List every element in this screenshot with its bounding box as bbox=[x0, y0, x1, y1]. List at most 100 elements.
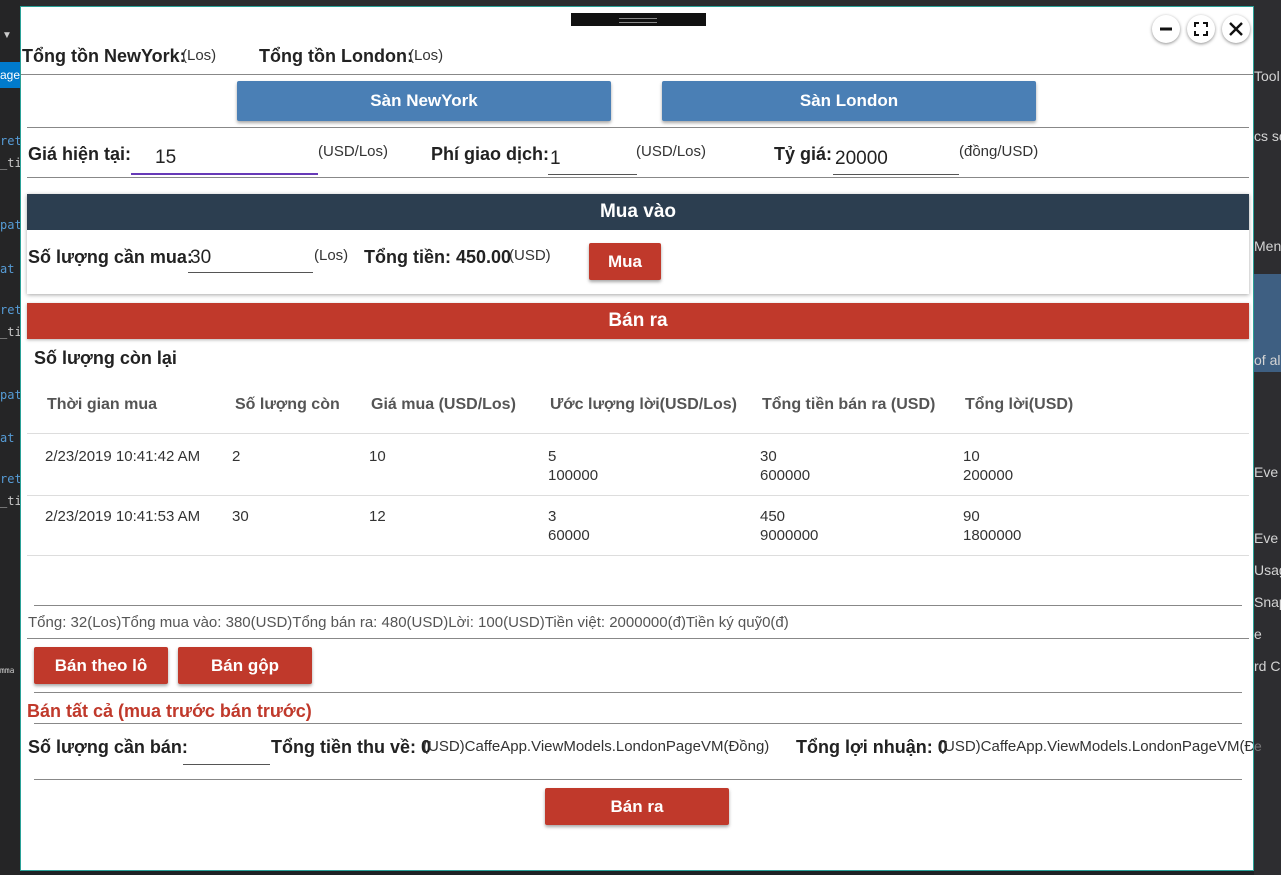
price-label: Giá hiện tại: bbox=[28, 144, 132, 164]
fullscreen-icon bbox=[1194, 22, 1208, 36]
rate-unit: (đồng/USD) bbox=[959, 143, 1039, 160]
sell-by-lot-button[interactable]: Bán theo lô bbox=[34, 647, 168, 684]
cell-profit-vnd: 1800000 bbox=[963, 527, 1022, 544]
cell-qty: 30 bbox=[232, 508, 249, 525]
drag-handle[interactable] bbox=[571, 13, 706, 26]
price-input[interactable] bbox=[131, 143, 318, 175]
divider bbox=[27, 638, 1249, 639]
newyork-stock-label: Tổng tồn NewYork: bbox=[22, 46, 186, 66]
minimize-button[interactable] bbox=[1152, 15, 1180, 43]
close-icon bbox=[1229, 22, 1243, 36]
minimize-icon bbox=[1160, 27, 1172, 31]
sell-merged-button[interactable]: Bán gộp bbox=[178, 647, 312, 684]
summary-text: Tổng: 32(Los)Tổng mua vào: 380(USD)Tổng … bbox=[28, 614, 789, 631]
close-button[interactable] bbox=[1222, 15, 1250, 43]
buy-total-unit: (USD) bbox=[509, 247, 551, 264]
row-divider bbox=[27, 555, 1249, 556]
ide-tab[interactable]: age bbox=[0, 62, 20, 88]
right-pane-item[interactable]: Usag bbox=[1254, 562, 1281, 578]
buy-button[interactable]: Mua bbox=[589, 243, 661, 280]
cell-price: 12 bbox=[369, 508, 386, 525]
divider bbox=[21, 74, 1253, 75]
cell-price: 10 bbox=[369, 448, 386, 465]
cell-total: 30 bbox=[760, 448, 777, 465]
london-stock-unit: (Los) bbox=[409, 47, 444, 64]
right-pane-item[interactable]: Snap bbox=[1254, 594, 1281, 610]
maximize-button[interactable] bbox=[1187, 15, 1215, 43]
cell-estimate-vnd: 60000 bbox=[548, 527, 590, 544]
london-page-window: Tổng tồn NewYork: (Los) Tổng tồn London:… bbox=[20, 6, 1254, 871]
code-line: pat bbox=[0, 218, 20, 232]
code-line: _ti bbox=[0, 325, 20, 339]
right-pane-item[interactable]: Eve bbox=[1254, 530, 1278, 546]
fee-unit: (USD/Los) bbox=[636, 143, 707, 160]
code-line: at bbox=[0, 262, 15, 276]
dropdown-arrow-icon[interactable]: ▼ bbox=[2, 30, 12, 41]
rate-input[interactable] bbox=[833, 143, 959, 175]
divider bbox=[34, 692, 1242, 693]
code-line: pat bbox=[0, 388, 20, 402]
right-pane-item[interactable]: e bbox=[1254, 738, 1262, 754]
right-pane-item[interactable]: Tool bbox=[1254, 68, 1280, 84]
cell-profit-vnd: 200000 bbox=[963, 467, 1014, 484]
sell-all-title: Bán tất cả (mua trước bán trước) bbox=[27, 701, 312, 721]
cell-total: 450 bbox=[760, 508, 786, 525]
column-header[interactable]: Giá mua (USD/Los) bbox=[371, 396, 516, 414]
column-header[interactable]: Tổng tiền bán ra (USD) bbox=[762, 396, 935, 414]
cell-total-vnd: 9000000 bbox=[760, 527, 819, 544]
column-header[interactable]: Tổng lời(USD) bbox=[965, 396, 1073, 414]
buy-qty-unit: (Los) bbox=[314, 247, 349, 264]
column-header[interactable]: Ước lượng lời(USD/Los) bbox=[550, 396, 737, 414]
code-line: mma bbox=[0, 666, 15, 675]
london-exchange-button[interactable]: Sàn London bbox=[662, 81, 1036, 121]
cell-time: 2/23/2019 10:41:42 AM bbox=[45, 448, 201, 465]
buy-qty-input[interactable] bbox=[188, 243, 313, 273]
profit-total-label: Tổng lợi nhuận: 0 bbox=[796, 737, 948, 757]
cell-estimate-vnd: 100000 bbox=[548, 467, 599, 484]
sell-qty-label: Số lượng cần bán: bbox=[28, 737, 188, 757]
right-pane-item[interactable]: Men bbox=[1254, 238, 1281, 254]
code-line: ret bbox=[0, 134, 20, 148]
ide-right-pane: Tool cs se Men of al Eve Eve Usag Snap e… bbox=[1254, 0, 1281, 875]
collect-unit: (USD)CaffeApp.ViewModels.LondonPageVM(Đồ… bbox=[423, 738, 770, 755]
rate-label: Tỷ giá: bbox=[774, 144, 833, 164]
code-line: ret bbox=[0, 303, 20, 317]
london-stock-label: Tổng tồn London: bbox=[259, 46, 413, 66]
cell-estimate: 5 bbox=[548, 448, 557, 465]
divider bbox=[27, 177, 1249, 178]
price-unit: (USD/Los) bbox=[318, 143, 389, 160]
cell-profit: 90 bbox=[963, 508, 980, 525]
cell-profit: 10 bbox=[963, 448, 980, 465]
right-pane-item[interactable]: of al bbox=[1254, 352, 1280, 368]
divider bbox=[34, 779, 1242, 780]
remaining-label: Số lượng còn lại bbox=[34, 348, 177, 368]
cell-estimate: 3 bbox=[548, 508, 557, 525]
code-line: _ti bbox=[0, 494, 20, 508]
sell-button[interactable]: Bán ra bbox=[545, 788, 729, 825]
sell-header: Bán ra bbox=[27, 303, 1249, 339]
buy-qty-label: Số lượng cần mua: bbox=[28, 247, 193, 267]
code-line: ret bbox=[0, 472, 20, 486]
row-divider bbox=[27, 495, 1249, 496]
buy-total-label: Tổng tiền: 450.00 bbox=[364, 247, 512, 267]
row-divider bbox=[27, 433, 1249, 434]
right-pane-item[interactable]: cs se bbox=[1254, 128, 1281, 144]
sell-qty-input[interactable] bbox=[183, 735, 270, 765]
fee-input[interactable] bbox=[548, 143, 637, 175]
profit-total-unit: (USD)CaffeApp.ViewModels.LondonPageVM(Đồ… bbox=[939, 738, 1253, 755]
code-line: _ti bbox=[0, 156, 20, 170]
fee-label: Phí giao dịch: bbox=[431, 144, 550, 164]
divider bbox=[34, 723, 1242, 724]
right-pane-item[interactable]: rd C bbox=[1254, 658, 1280, 674]
right-pane-item[interactable]: Eve bbox=[1254, 464, 1278, 480]
right-pane-item[interactable]: e bbox=[1254, 626, 1262, 642]
column-header[interactable]: Thời gian mua bbox=[47, 396, 157, 414]
column-header[interactable]: Số lượng còn bbox=[235, 396, 340, 414]
buy-header: Mua vào bbox=[27, 194, 1249, 230]
ide-left-pane: ▼ age ret _ti pat at ret _ti pat at ret … bbox=[0, 0, 20, 875]
newyork-stock-unit: (Los) bbox=[182, 47, 217, 64]
cell-time: 2/23/2019 10:41:53 AM bbox=[45, 508, 201, 525]
collect-label: Tổng tiền thu về: 0 bbox=[271, 737, 431, 757]
newyork-exchange-button[interactable]: Sàn NewYork bbox=[237, 81, 611, 121]
divider bbox=[27, 127, 1249, 128]
